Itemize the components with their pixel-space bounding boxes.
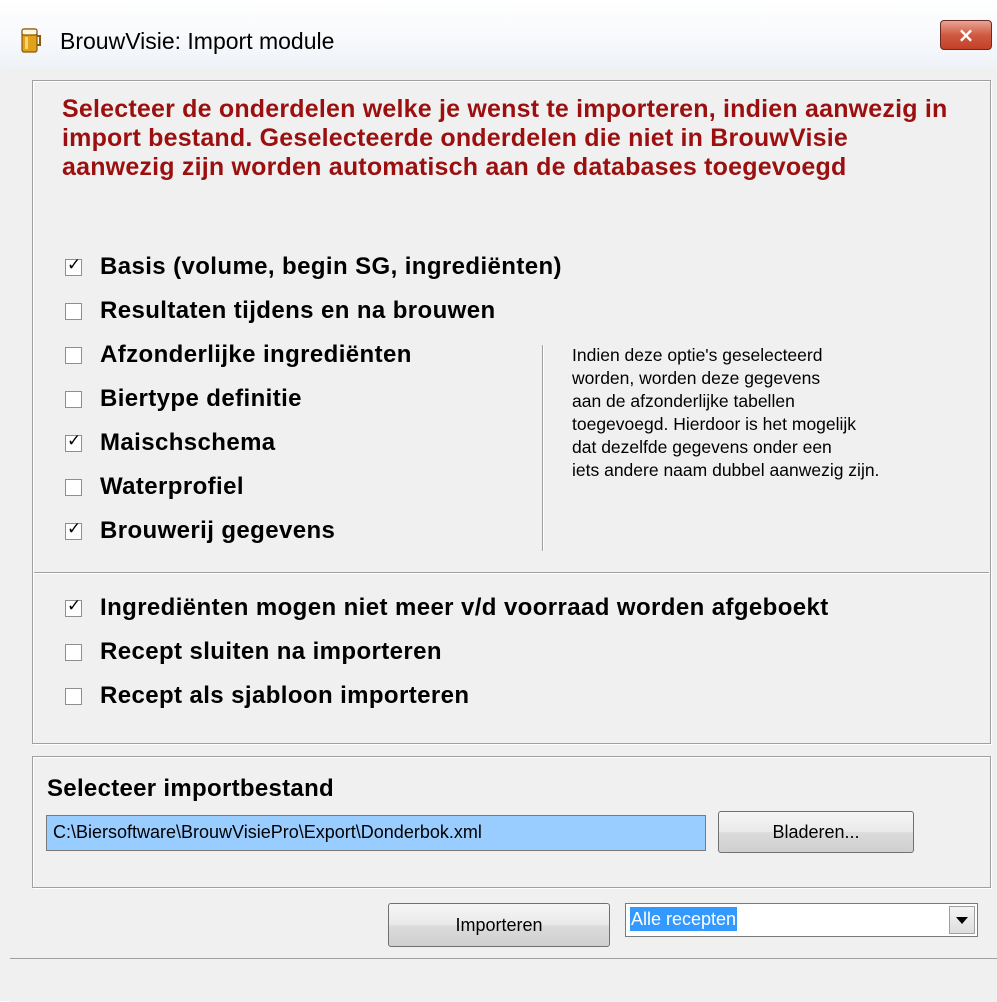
option-brouwerij-gegevens[interactable]: Brouwerij gegevens xyxy=(65,516,335,546)
close-icon: × xyxy=(957,23,975,47)
dropdown-arrow-button[interactable] xyxy=(949,906,975,934)
checkbox[interactable] xyxy=(65,255,82,276)
option-label: Basis (volume, begin SG, ingrediënten) xyxy=(100,253,562,280)
option-biertype-definitie[interactable]: Biertype definitie xyxy=(65,384,302,414)
checkbox[interactable] xyxy=(65,431,82,452)
chevron-down-icon xyxy=(956,916,968,924)
vertical-divider xyxy=(542,345,543,551)
browse-button[interactable]: Bladeren... xyxy=(718,811,914,853)
option-voorraad-niet-afboeken[interactable]: Ingrediënten mogen niet meer v/d voorraa… xyxy=(65,593,829,623)
close-button[interactable]: × xyxy=(940,20,992,50)
option-label: Biertype definitie xyxy=(100,385,302,412)
selected-value: Alle recepten xyxy=(630,907,738,931)
checkbox[interactable] xyxy=(65,346,82,364)
option-afzonderlijke-ingredienten[interactable]: Afzonderlijke ingrediënten xyxy=(65,340,412,370)
checkbox[interactable] xyxy=(65,687,82,705)
option-label: Maischschema xyxy=(100,429,276,456)
options-note: Indien deze optie's geselecteerd worden,… xyxy=(572,345,880,480)
checkbox[interactable] xyxy=(65,596,82,617)
option-label: Ingrediënten mogen niet meer v/d voorraa… xyxy=(100,594,829,621)
option-label: Brouwerij gegevens xyxy=(100,517,336,544)
title-bar: BrouwVisie: Import module × xyxy=(0,0,997,70)
recipe-scope-select[interactable]: Alle recepten xyxy=(625,903,978,937)
import-module-window: BrouwVisie: Import module × Selecteer de… xyxy=(0,0,997,1002)
import-button[interactable]: Importeren xyxy=(388,903,610,947)
checkbox[interactable] xyxy=(65,302,82,320)
option-recept-sluiten[interactable]: Recept sluiten na importeren xyxy=(65,637,442,667)
checkbox[interactable] xyxy=(65,643,82,661)
checkbox[interactable] xyxy=(65,478,82,496)
beer-glass-icon xyxy=(21,28,41,53)
option-waterprofiel[interactable]: Waterprofiel xyxy=(65,472,244,502)
option-label: Afzonderlijke ingrediënten xyxy=(100,341,412,368)
option-als-sjabloon[interactable]: Recept als sjabloon importeren xyxy=(65,681,469,711)
option-maischschema[interactable]: Maischschema xyxy=(65,428,276,458)
import-file-path-field[interactable]: C:\Biersoftware\BrouwVisiePro\Export\Don… xyxy=(46,815,706,851)
instruction-heading: Selecteer de onderdelen welke je wenst t… xyxy=(62,95,948,181)
status-bar xyxy=(10,958,997,1002)
option-label: Recept als sjabloon importeren xyxy=(100,682,470,709)
option-label: Resultaten tijdens en na brouwen xyxy=(100,297,496,324)
option-label: Waterprofiel xyxy=(100,473,244,500)
option-label: Recept sluiten na importeren xyxy=(100,638,442,665)
option-basis[interactable]: Basis (volume, begin SG, ingrediënten) xyxy=(65,252,562,282)
checkbox[interactable] xyxy=(65,519,82,540)
window-title: BrouwVisie: Import module xyxy=(60,28,335,54)
horizontal-divider xyxy=(34,572,989,573)
import-file-label: Selecteer importbestand xyxy=(47,775,334,802)
option-resultaten[interactable]: Resultaten tijdens en na brouwen xyxy=(65,296,496,326)
checkbox[interactable] xyxy=(65,390,82,408)
